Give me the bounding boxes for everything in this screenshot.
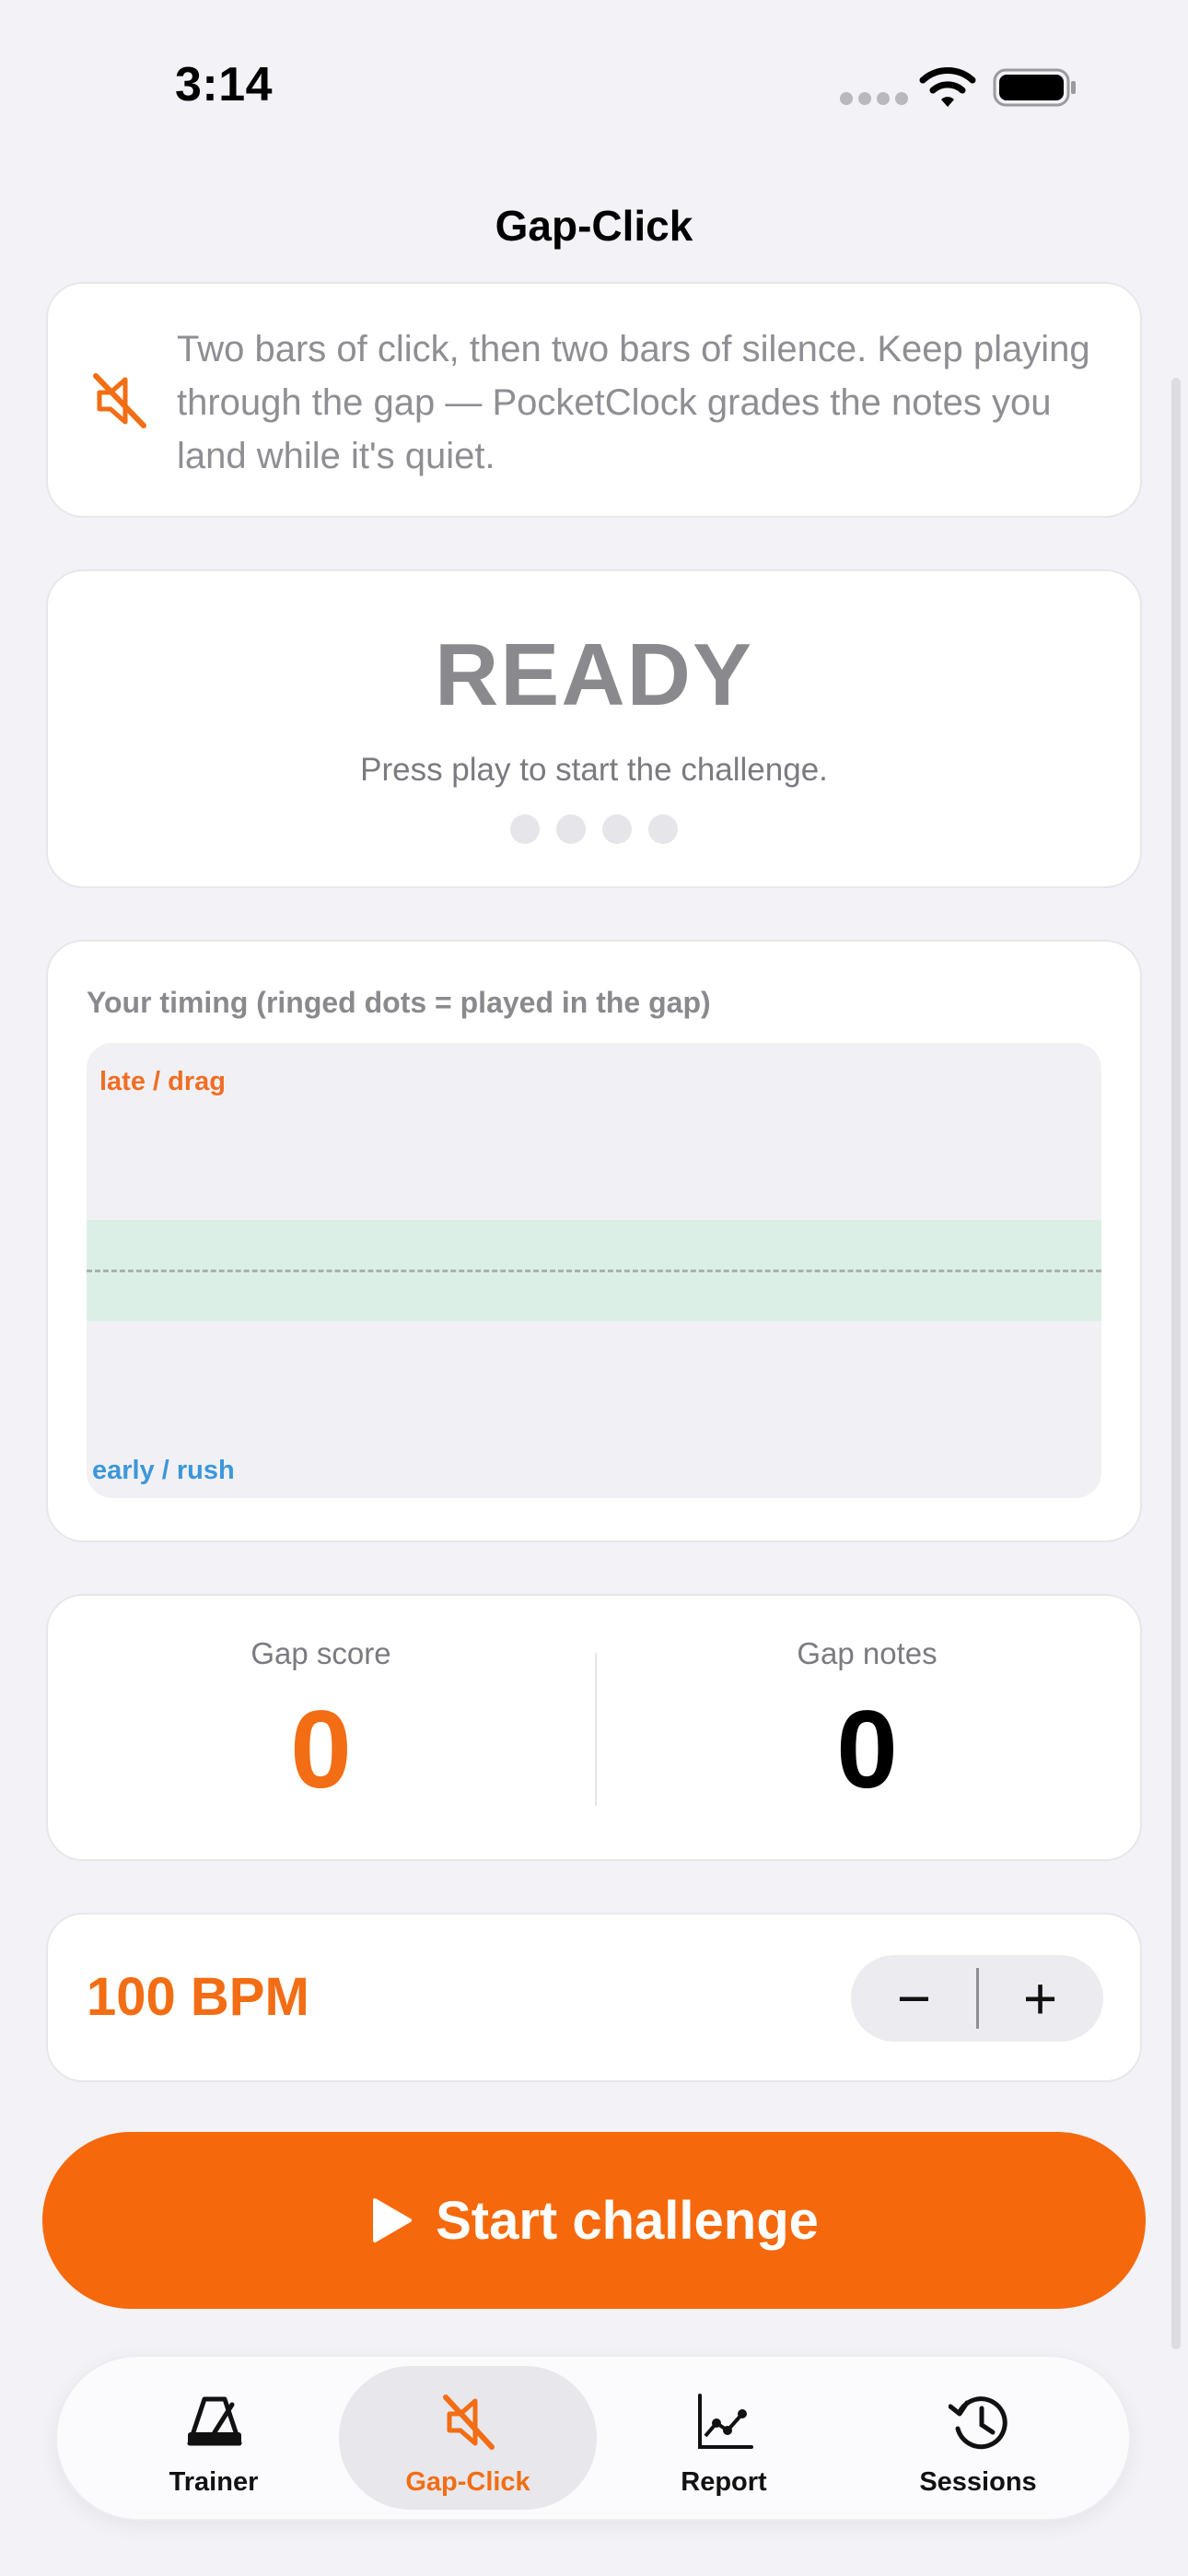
scroll-indicator[interactable]	[1171, 378, 1181, 2349]
tab-report[interactable]: Report	[595, 2366, 853, 2510]
metronome-icon	[187, 2396, 242, 2446]
status-card: READY Press play to start the challenge.	[46, 569, 1142, 888]
wifi-icon	[919, 67, 976, 107]
timing-heading: Your timing (ringed dots = played in the…	[87, 986, 711, 1019]
gap-score-value: 0	[290, 1688, 352, 1811]
decrease-bpm-button[interactable]: −	[851, 1955, 977, 2042]
page-title: Gap-Click	[495, 202, 693, 250]
increase-bpm-button[interactable]: +	[977, 1955, 1103, 2042]
beat-dot	[648, 814, 678, 844]
score-card: Gap score 0 Gap notes 0	[46, 1594, 1142, 1861]
on-beat-line	[87, 1270, 1101, 1272]
start-challenge-button[interactable]: Start challenge	[42, 2132, 1146, 2309]
start-challenge-label: Start challenge	[436, 2190, 819, 2251]
tab-label: Gap-Click	[405, 2467, 530, 2497]
bpm-stepper: − +	[851, 1955, 1103, 2042]
info-text: Two bars of click, then two bars of sile…	[177, 329, 1090, 476]
tab-label: Sessions	[919, 2467, 1037, 2497]
tab-gap-click[interactable]: Gap-Click	[339, 2366, 597, 2510]
speaker-muted-icon	[93, 373, 146, 428]
beat-indicator	[48, 814, 1140, 849]
cellular-signal-icon	[840, 92, 914, 110]
beat-dot	[510, 814, 540, 844]
info-card: Two bars of click, then two bars of sile…	[46, 282, 1142, 518]
tab-bar: Trainer Gap-Click Report Sessions	[55, 2355, 1131, 2521]
timing-card: Your timing (ringed dots = played in the…	[46, 940, 1142, 1542]
status-subtitle: Press play to start the challenge.	[360, 752, 828, 788]
tab-sessions[interactable]: Sessions	[849, 2366, 1107, 2510]
history-clock-icon	[949, 2396, 1007, 2450]
bpm-value: 100 BPM	[87, 1967, 309, 2027]
status-time: 3:14	[175, 58, 274, 111]
tab-label: Trainer	[169, 2467, 259, 2497]
early-label: early / rush	[92, 1456, 235, 1485]
gap-score: Gap score 0	[48, 1596, 594, 1859]
speaker-muted-icon	[443, 2395, 495, 2450]
tempo-card: 100 BPM − +	[46, 1913, 1142, 2082]
beat-dot	[556, 814, 586, 844]
gap-score-label: Gap score	[250, 1636, 391, 1670]
late-label: late / drag	[99, 1067, 226, 1096]
gap-notes-value: 0	[836, 1688, 898, 1811]
line-chart-icon	[698, 2394, 753, 2449]
gap-notes-label: Gap notes	[797, 1636, 938, 1670]
beat-dot	[602, 814, 632, 844]
timing-plot: late / drag early / rush	[87, 1043, 1101, 1498]
play-icon	[373, 2198, 413, 2242]
battery-icon	[993, 68, 1076, 107]
gap-notes: Gap notes 0	[594, 1596, 1140, 1859]
tab-label: Report	[681, 2467, 767, 2497]
tab-trainer[interactable]: Trainer	[85, 2366, 343, 2510]
status-title: READY	[434, 626, 754, 724]
